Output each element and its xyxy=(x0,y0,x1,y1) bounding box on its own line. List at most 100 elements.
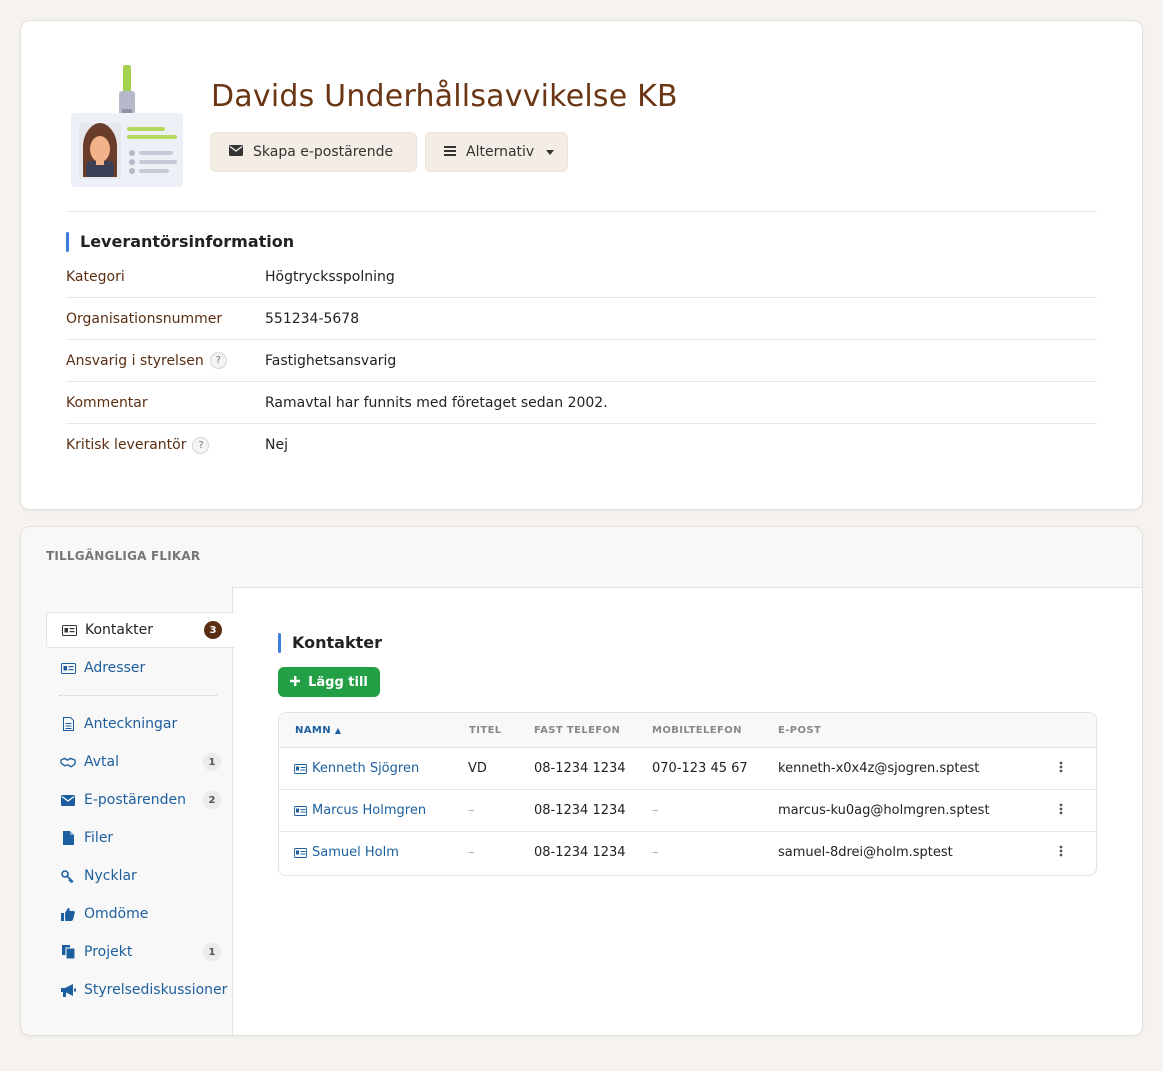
tab-e-postarenden[interactable]: E-postärenden 2 xyxy=(46,782,233,818)
company-name: Davids Underhållsavvikelse KB xyxy=(211,79,678,114)
tab-label: Adresser xyxy=(84,660,146,676)
tab-adresser[interactable]: Adresser xyxy=(46,650,233,686)
column-header-phone[interactable]: FAST TELEFON xyxy=(534,725,620,736)
column-header-name[interactable]: NAMN ▲ xyxy=(295,725,341,736)
row-menu-icon[interactable] xyxy=(1059,803,1063,819)
tab-avtal[interactable]: Avtal 1 xyxy=(46,744,233,780)
contacts-title: Kontakter xyxy=(278,633,382,653)
envelope-icon xyxy=(229,144,243,160)
file-icon xyxy=(60,831,76,845)
table-row: Samuel Holm – 08-1234 1234 – samuel-8dre… xyxy=(279,832,1096,874)
handshake-icon xyxy=(60,757,76,768)
tab-filer[interactable]: Filer xyxy=(46,820,233,856)
tab-projekt[interactable]: Projekt 1 xyxy=(46,934,233,970)
tab-label: Filer xyxy=(84,830,114,846)
table-row: Marcus Holmgren – 08-1234 1234 – marcus-… xyxy=(279,790,1096,832)
info-label: Ansvarig i styrelsen xyxy=(66,352,204,369)
tab-label: Avtal xyxy=(84,754,119,770)
info-row-kritisk: Kritisk leverantör ? Nej xyxy=(66,424,1097,466)
row-menu-icon[interactable] xyxy=(1059,845,1063,861)
tabs-card: TILLGÄNGLIGA FLIKAR Kontakter Lägg till … xyxy=(20,526,1143,1036)
options-dropdown-button[interactable]: Alternativ xyxy=(425,132,568,172)
info-label: Organisationsnummer xyxy=(66,310,223,327)
info-label: Kategori xyxy=(66,268,125,285)
add-contact-button[interactable]: Lägg till xyxy=(278,667,380,697)
info-value: Högtrycksspolning xyxy=(265,268,395,285)
info-row-ansvarig: Ansvarig i styrelsen ? Fastighetsansvari… xyxy=(66,340,1097,382)
tab-label: Styrelsediskussioner xyxy=(84,982,228,998)
tab-label: Kontakter xyxy=(85,622,153,638)
contact-phone: 08-1234 1234 xyxy=(534,845,626,860)
menu-bars-icon xyxy=(444,144,456,160)
info-label: Kritisk leverantör xyxy=(66,437,187,453)
tabs-heading: TILLGÄNGLIGA FLIKAR xyxy=(46,549,201,563)
table-row: Kenneth Sjögren VD 08-1234 1234 070-123 … xyxy=(279,748,1096,790)
contact-mobile: – xyxy=(652,845,659,860)
help-icon[interactable]: ? xyxy=(192,436,210,454)
contact-email: marcus-ku0ag@holmgren.sptest xyxy=(778,803,990,818)
create-email-case-label: Skapa e-postärende xyxy=(253,144,394,160)
info-row-kategori: Kategori Högtrycksspolning xyxy=(66,256,1097,298)
contacts-table: NAMN ▲ TITEL FAST TELEFON MOBILTELEFON E… xyxy=(278,712,1097,876)
count-badge: 1 xyxy=(203,943,221,961)
info-value: Fastighetsansvarig xyxy=(265,352,397,369)
contact-email: kenneth-x0x4z@sjogren.sptest xyxy=(778,761,980,776)
tab-kontakter[interactable]: Kontakter 3 xyxy=(46,612,234,648)
info-value: 551234-5678 xyxy=(265,310,360,327)
supplier-info-title: Leverantörsinformation xyxy=(66,232,294,252)
help-icon[interactable]: ? xyxy=(209,352,227,369)
tab-anteckningar[interactable]: Anteckningar xyxy=(46,706,233,742)
id-badge-avatar xyxy=(69,65,187,187)
contact-title: – xyxy=(468,845,475,860)
info-value: Ramavtal har funnits med företaget sedan… xyxy=(265,394,608,411)
count-badge: 1 xyxy=(203,753,221,771)
plus-icon xyxy=(290,675,301,690)
supplier-card: Davids Underhållsavvikelse KB Skapa e-po… xyxy=(20,20,1143,510)
contacts-panel: Kontakter Lägg till NAMN ▲ TITEL FAST TE… xyxy=(232,587,1142,1035)
tab-separator xyxy=(59,695,217,696)
key-icon xyxy=(60,869,76,883)
contact-name-link[interactable]: Marcus Holmgren xyxy=(294,803,426,818)
contact-card-icon xyxy=(294,763,307,774)
contact-phone: 08-1234 1234 xyxy=(534,803,626,818)
info-label: Kommentar xyxy=(66,394,148,411)
column-header-mobile[interactable]: MOBILTELEFON xyxy=(652,725,742,736)
megaphone-icon xyxy=(60,983,76,997)
contact-mobile: 070-123 45 67 xyxy=(652,761,748,776)
column-header-title[interactable]: TITEL xyxy=(469,725,502,736)
options-label: Alternativ xyxy=(466,144,535,160)
address-card-icon xyxy=(60,662,76,674)
header-divider xyxy=(66,211,1097,212)
contact-card-icon xyxy=(294,847,307,858)
contact-title: – xyxy=(468,803,475,818)
contact-title: VD xyxy=(468,761,487,776)
tab-styrelsediskussioner[interactable]: Styrelsediskussioner xyxy=(46,972,233,1008)
contact-mobile: – xyxy=(652,803,659,818)
contact-card-icon xyxy=(61,624,77,636)
sort-up-icon: ▲ xyxy=(334,726,342,735)
add-contact-label: Lägg till xyxy=(308,674,368,690)
info-value: Nej xyxy=(265,437,288,453)
create-email-case-button[interactable]: Skapa e-postärende xyxy=(210,132,417,172)
info-row-kommentar: Kommentar Ramavtal har funnits med föret… xyxy=(66,382,1097,424)
tab-label: Anteckningar xyxy=(84,716,178,732)
tab-label: E-postärenden xyxy=(84,792,187,808)
tab-omdome[interactable]: Omdöme xyxy=(46,896,233,932)
info-row-organisationsnummer: Organisationsnummer 551234-5678 xyxy=(66,298,1097,340)
table-header: NAMN ▲ TITEL FAST TELEFON MOBILTELEFON E… xyxy=(279,713,1096,748)
contact-name-link[interactable]: Samuel Holm xyxy=(294,845,399,860)
column-header-email[interactable]: E-POST xyxy=(778,725,821,736)
envelope-icon xyxy=(60,794,76,806)
count-badge: 2 xyxy=(203,791,221,809)
tab-label: Nycklar xyxy=(84,868,137,884)
row-menu-icon[interactable] xyxy=(1059,761,1063,777)
contact-card-icon xyxy=(294,805,307,816)
contact-email: samuel-8drei@holm.sptest xyxy=(778,845,953,860)
note-icon xyxy=(60,717,76,731)
copy-icon xyxy=(60,945,76,959)
thumbs-up-icon xyxy=(60,907,76,921)
chevron-down-icon xyxy=(546,149,555,155)
tab-nycklar[interactable]: Nycklar xyxy=(46,858,233,894)
count-badge: 3 xyxy=(204,621,222,639)
contact-name-link[interactable]: Kenneth Sjögren xyxy=(294,761,419,776)
